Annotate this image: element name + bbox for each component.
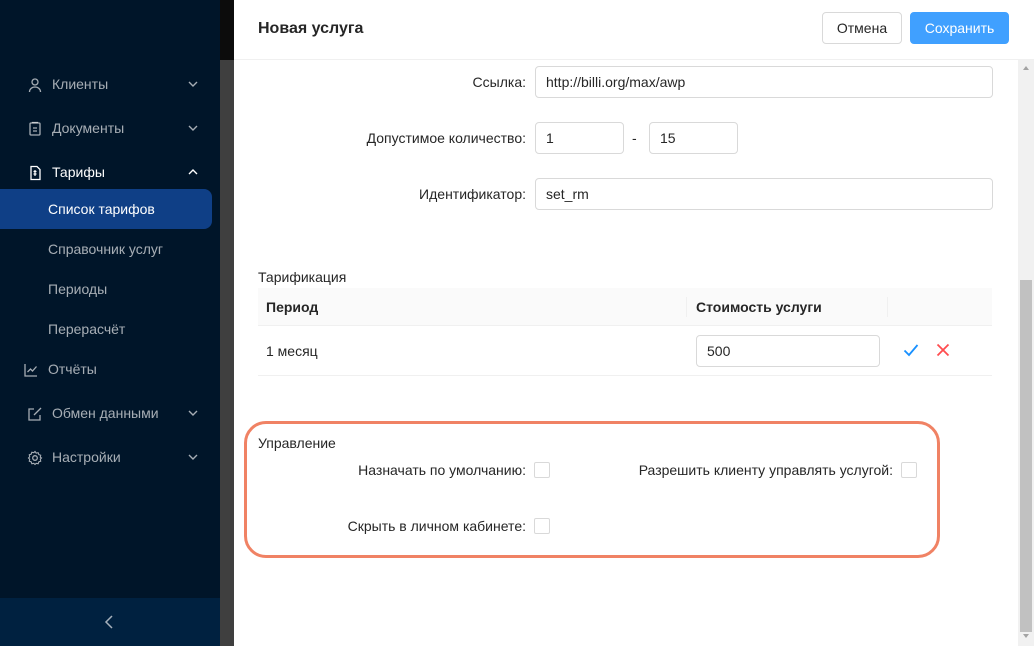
sidebar-item-reports[interactable]: Отчёты [0,349,220,389]
chevron-down-icon [188,410,198,416]
document-icon [29,121,41,136]
quantity-min-input[interactable]: 1 [535,122,624,154]
quantity-max-input[interactable]: 15 [649,122,738,154]
sidebar-collapse-button[interactable] [0,598,220,646]
chevron-left-icon [104,615,113,629]
scroll-thumb[interactable] [1020,280,1032,632]
sidebar-subitem-label: Перерасчёт [48,321,126,337]
drawer-mask[interactable] [220,0,234,646]
new-service-drawer: Новая услуга Отмена Сохранить Ссылка: ht… [234,0,1034,646]
sidebar-item-label: Клиенты [52,76,109,92]
management-section-title: Управление [258,435,336,451]
sidebar-item-label: Отчёты [48,361,97,377]
highlight-frame [244,421,940,558]
scrollbar[interactable] [1018,60,1034,646]
check-icon[interactable] [903,343,919,357]
row-period: 1 месяц [266,343,318,359]
save-button[interactable]: Сохранить [910,12,1009,44]
gear-icon [27,450,43,466]
sidebar-subitem-label: Список тарифов [48,201,155,217]
chart-icon [24,364,37,377]
sidebar-item-label: Обмен данными [52,405,159,421]
sidebar-item-label: Тарифы [52,164,105,180]
sidebar-subitem-services[interactable]: Справочник услуг [0,229,212,269]
sidebar-item-tariffs[interactable]: Тарифы [0,152,220,192]
drawer-header: Новая услуга Отмена Сохранить [234,0,1034,60]
chevron-down-icon [188,81,198,87]
sidebar-item-clients[interactable]: Клиенты [0,64,220,104]
cancel-button[interactable]: Отмена [822,12,902,44]
sidebar: Клиенты Документы Тарифы Список тарифов … [0,0,220,646]
drawer-title: Новая услуга [258,20,364,37]
close-icon[interactable] [936,343,950,357]
quantity-label: Допустимое количество: [366,130,526,146]
allow-client-label: Разрешить клиенту управлять услугой: [638,462,893,478]
column-divider [686,297,687,317]
hide-in-cabinet-checkbox[interactable] [534,518,550,534]
hide-in-cabinet-label: Скрыть в личном кабинете: [347,518,526,534]
chevron-up-icon [188,169,198,175]
allow-client-checkbox[interactable] [901,462,917,478]
link-input[interactable]: http://billi.org/max/awp [535,66,993,98]
sidebar-item-label: Документы [52,120,125,136]
sidebar-subitem-recalc[interactable]: Перерасчёт [0,309,212,349]
edit-icon [28,407,42,421]
sidebar-item-settings[interactable]: Настройки [0,437,220,477]
default-assign-checkbox[interactable] [534,462,550,478]
user-icon [28,78,42,93]
sidebar-subitem-periods[interactable]: Периоды [0,269,212,309]
default-assign-label: Назначать по умолчанию: [358,462,526,478]
tariffing-section-title: Тарификация [258,269,347,285]
column-header-period: Период [266,299,319,315]
table-row: 1 месяц 500 [258,326,992,376]
quantity-separator: - [632,130,637,146]
chevron-down-icon [188,125,198,131]
sidebar-item-data-exchange[interactable]: Обмен данными [0,393,220,433]
sidebar-subitem-tariff-list[interactable]: Список тарифов [0,189,212,229]
scroll-up-arrow-icon[interactable] [1023,66,1029,70]
column-header-price: Стоимость услуги [696,299,822,315]
scroll-down-arrow-icon[interactable] [1023,634,1029,638]
table-header: Период Стоимость услуги [258,288,992,326]
identifier-input[interactable]: set_rm [535,178,993,210]
sidebar-subitem-label: Справочник услуг [48,241,164,257]
sidebar-item-documents[interactable]: Документы [0,108,220,148]
sidebar-item-label: Настройки [52,449,121,465]
tariff-icon [30,165,41,181]
price-input[interactable]: 500 [696,335,880,367]
column-divider [887,297,888,317]
sidebar-subitem-label: Периоды [48,281,108,297]
identifier-label: Идентификатор: [419,186,526,202]
drawer-mask[interactable] [220,0,234,60]
link-label: Ссылка: [472,74,526,90]
chevron-down-icon [188,454,198,460]
